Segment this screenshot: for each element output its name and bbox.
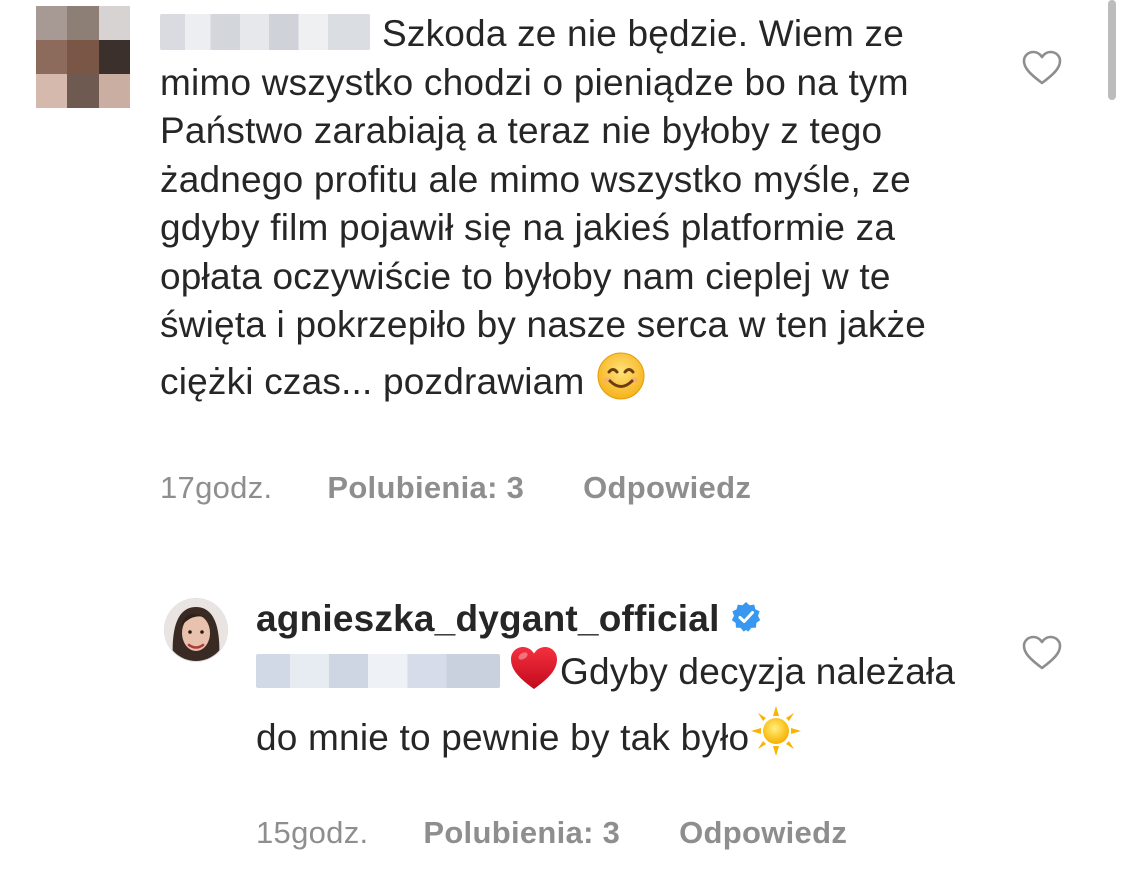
avatar[interactable]: [164, 598, 228, 662]
avatar[interactable]: [36, 6, 130, 108]
comment-body: agnieszka_dygant_official Gdyby decyzja …: [256, 595, 956, 771]
redacted-mention[interactable]: [256, 653, 500, 688]
comment-body: Szkoda ze nie będzie. Wiem ze mimo wszys…: [160, 10, 960, 414]
comment-meta: 17godz. Polubienia: 3 Odpowiedz: [160, 470, 751, 506]
timestamp: 17godz.: [160, 470, 273, 505]
like-heart-icon[interactable]: [1022, 50, 1062, 86]
redacted-username[interactable]: [160, 14, 370, 50]
red-heart-icon: [508, 644, 560, 705]
timestamp: 15godz.: [256, 815, 369, 850]
verified-badge-icon: [730, 597, 762, 632]
comment-text: Szkoda ze nie będzie. Wiem ze mimo wszys…: [160, 13, 927, 402]
username-link[interactable]: agnieszka_dygant_official: [256, 598, 720, 639]
likes-count-link[interactable]: Polubienia: 3: [423, 815, 620, 850]
like-heart-icon[interactable]: [1022, 635, 1062, 671]
scrollbar[interactable]: [1108, 0, 1116, 100]
comments-screen: Szkoda ze nie będzie. Wiem ze mimo wszys…: [0, 0, 1125, 880]
reply-button[interactable]: Odpowiedz: [679, 815, 847, 850]
reply-button[interactable]: Odpowiedz: [583, 470, 751, 505]
sun-icon: [749, 704, 803, 771]
smiling-face-icon: [595, 350, 647, 415]
likes-count-link[interactable]: Polubienia: 3: [327, 470, 524, 505]
comment-meta: 15godz. Polubienia: 3 Odpowiedz: [256, 815, 847, 851]
